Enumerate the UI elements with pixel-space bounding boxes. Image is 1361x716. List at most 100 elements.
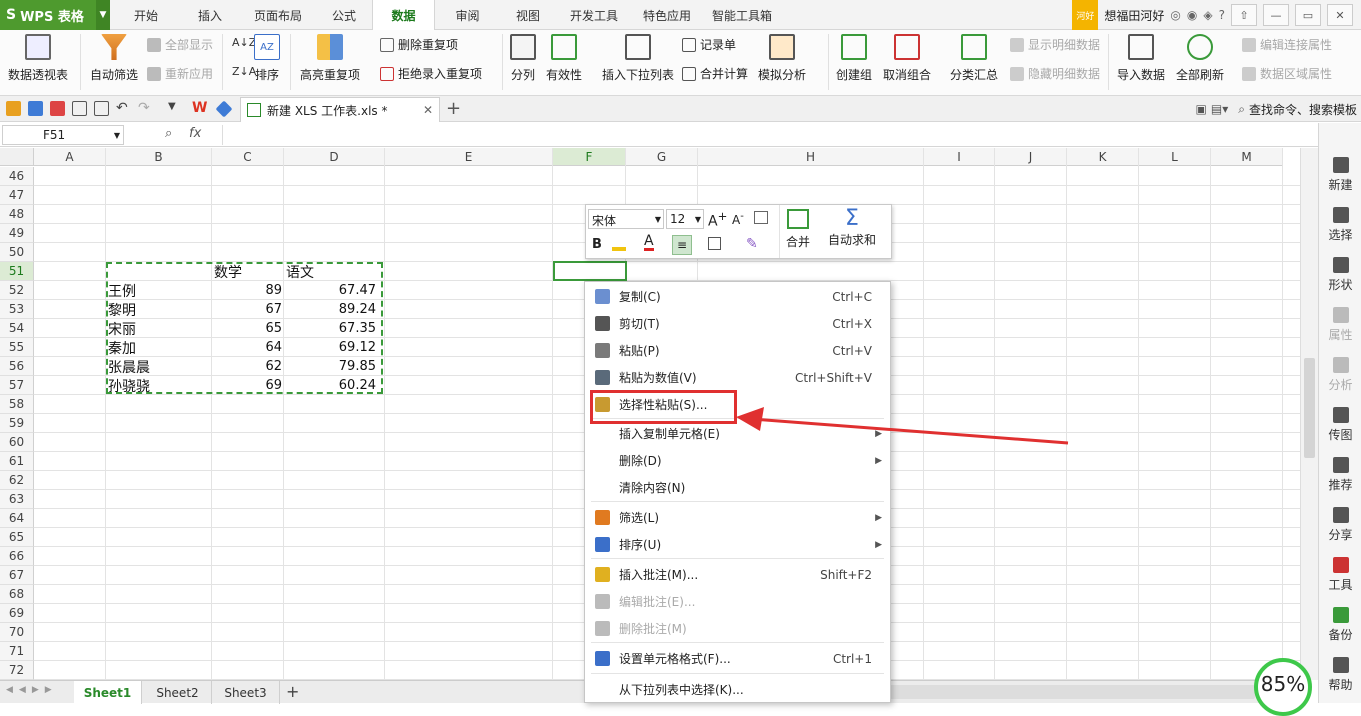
app-menu-button[interactable]: S WPS 表格 ▼ xyxy=(0,0,110,30)
document-tab[interactable]: 新建 XLS 工作表.xls * ✕ xyxy=(240,97,440,122)
increase-font-icon[interactable]: A+ xyxy=(708,209,727,230)
avatar[interactable]: 河好 xyxy=(1072,0,1099,30)
row-header-72[interactable]: 72 xyxy=(0,661,34,680)
column-header-B[interactable]: B xyxy=(106,148,212,166)
tab-3[interactable]: 公式 xyxy=(316,0,372,30)
row-header-57[interactable]: 57 xyxy=(0,376,34,395)
panel-item-4[interactable]: 分析 xyxy=(1319,357,1361,393)
row-header-61[interactable]: 61 xyxy=(0,452,34,471)
menu-item-11[interactable]: 编辑批注(E)... xyxy=(585,588,890,615)
panel-item-3[interactable]: 属性 xyxy=(1319,307,1361,343)
insert-dropdown-button[interactable]: 插入下拉列表 xyxy=(602,34,674,83)
validity-button[interactable]: 有效性 xyxy=(546,34,582,83)
feedback-icon[interactable]: ◉ xyxy=(1187,8,1197,22)
panel-item-5[interactable]: 传图 xyxy=(1319,407,1361,443)
zoom-indicator[interactable]: 85% xyxy=(1254,658,1312,716)
menu-item-12[interactable]: 删除批注(M) xyxy=(585,615,890,642)
menu-item-14[interactable]: 从下拉列表中选择(K)... xyxy=(585,676,890,703)
row-header-50[interactable]: 50 xyxy=(0,243,34,262)
panel-item-0[interactable]: 新建 xyxy=(1319,157,1361,193)
panel-item-2[interactable]: 形状 xyxy=(1319,257,1361,293)
row-header-54[interactable]: 54 xyxy=(0,319,34,338)
subtotal-button[interactable]: 分类汇总 xyxy=(950,34,998,83)
tab-6[interactable]: 视图 xyxy=(500,0,556,30)
row-header-66[interactable]: 66 xyxy=(0,547,34,566)
row-header-52[interactable]: 52 xyxy=(0,281,34,300)
print-icon[interactable] xyxy=(72,101,87,116)
panel-item-7[interactable]: 分享 xyxy=(1319,507,1361,543)
close-icon[interactable]: ✕ xyxy=(423,103,433,117)
column-header-I[interactable]: I xyxy=(924,148,995,166)
restore-ribbon-icon[interactable]: ⇧ xyxy=(1231,4,1257,26)
reapply-button[interactable]: 重新应用 xyxy=(147,65,213,82)
maximize-button[interactable]: ▭ xyxy=(1295,4,1321,26)
tab-5[interactable]: 审阅 xyxy=(435,0,500,30)
edit-links-button[interactable]: 编辑连接属性 xyxy=(1242,36,1332,53)
row-header-58[interactable]: 58 xyxy=(0,395,34,414)
wrap-icon[interactable] xyxy=(754,211,768,224)
tab-7[interactable]: 开发工具 xyxy=(556,0,632,30)
border-icon[interactable] xyxy=(708,237,721,250)
menu-item-13[interactable]: 设置单元格格式(F)... Ctrl+1 xyxy=(585,645,890,672)
chevron-down-icon[interactable]: ▼ xyxy=(655,215,661,224)
tab-4[interactable]: 数据 xyxy=(372,0,435,31)
chevron-down-icon[interactable]: ▼ xyxy=(96,0,110,30)
menu-item-3[interactable]: 粘贴为数值(V) Ctrl+Shift+V xyxy=(585,364,890,391)
chevron-down-icon[interactable]: ▼ xyxy=(695,215,701,224)
align-center-icon[interactable]: ≡ xyxy=(672,235,692,255)
minimize-button[interactable]: — xyxy=(1263,4,1289,26)
show-all-button[interactable]: 全部显示 xyxy=(147,36,213,53)
decrease-font-icon[interactable]: A- xyxy=(732,211,744,227)
row-header-70[interactable]: 70 xyxy=(0,623,34,642)
autofilter-button[interactable]: 自动筛选 xyxy=(90,34,138,83)
ungroup-button[interactable]: 取消组合 xyxy=(883,34,931,83)
range-properties-button[interactable]: 数据区域属性 xyxy=(1242,65,1332,82)
row-header-63[interactable]: 63 xyxy=(0,490,34,509)
row-header-68[interactable]: 68 xyxy=(0,585,34,604)
row-header-53[interactable]: 53 xyxy=(0,300,34,319)
scroll-thumb[interactable] xyxy=(1304,358,1315,458)
search-box[interactable]: ▣ ▤▾ ⌕ 查找命令、搜索模板 xyxy=(1196,96,1357,122)
split-column-button[interactable]: 分列 xyxy=(510,34,536,83)
row-header-67[interactable]: 67 xyxy=(0,566,34,585)
row-header-62[interactable]: 62 xyxy=(0,471,34,490)
tab-2[interactable]: 页面布局 xyxy=(240,0,316,30)
row-header-59[interactable]: 59 xyxy=(0,414,34,433)
record-form-button[interactable]: 记录单 xyxy=(682,36,736,53)
active-cell-f51[interactable] xyxy=(553,261,627,281)
menu-item-0[interactable]: 复制(C) Ctrl+C xyxy=(585,283,890,310)
column-header-G[interactable]: G xyxy=(626,148,698,166)
save-icon[interactable] xyxy=(28,101,43,116)
skin-icon[interactable]: ◎ xyxy=(1170,8,1180,22)
reject-duplicates-button[interactable]: 拒绝录入重复项 xyxy=(380,65,482,82)
undo-icon[interactable]: ↶ xyxy=(116,100,128,116)
row-header-47[interactable]: 47 xyxy=(0,186,34,205)
service-icon[interactable]: ◈ xyxy=(1203,8,1212,22)
merge-button[interactable]: 合并 xyxy=(786,209,810,250)
font-color-icon[interactable]: A xyxy=(644,234,654,251)
panel-item-9[interactable]: 备份 xyxy=(1319,607,1361,643)
select-all-corner[interactable] xyxy=(0,148,34,166)
highlight-duplicates-button[interactable]: 高亮重复项 xyxy=(300,34,360,83)
column-header-A[interactable]: A xyxy=(34,148,106,166)
remove-duplicates-button[interactable]: 删除重复项 xyxy=(380,36,458,53)
chevron-down-icon[interactable]: ▼ xyxy=(114,131,120,140)
tab-0[interactable]: 开始 xyxy=(112,0,180,30)
row-header-64[interactable]: 64 xyxy=(0,509,34,528)
zoom-search-icon[interactable]: ⌕ xyxy=(165,126,172,141)
menu-item-7[interactable]: 清除内容(N) xyxy=(585,474,890,501)
sort-desc-icon[interactable]: Z↓A xyxy=(232,65,256,78)
fx-icon[interactable]: fx xyxy=(189,126,201,141)
row-header-60[interactable]: 60 xyxy=(0,433,34,452)
row-header-71[interactable]: 71 xyxy=(0,642,34,661)
cloud-box-icon[interactable] xyxy=(215,100,233,118)
export-pdf-icon[interactable] xyxy=(50,101,65,116)
create-group-button[interactable]: 创建组 xyxy=(836,34,872,83)
sort-asc-icon[interactable]: A↓Z xyxy=(232,36,256,49)
menu-item-8[interactable]: 筛选(L) ▶ xyxy=(585,504,890,531)
consolidate-button[interactable]: 合并计算 xyxy=(682,65,748,82)
close-button[interactable]: ✕ xyxy=(1327,4,1353,26)
sheet-tab-sheet3[interactable]: Sheet3 xyxy=(212,681,280,704)
fill-color-icon[interactable] xyxy=(612,235,626,251)
vertical-scrollbar[interactable] xyxy=(1300,148,1318,680)
